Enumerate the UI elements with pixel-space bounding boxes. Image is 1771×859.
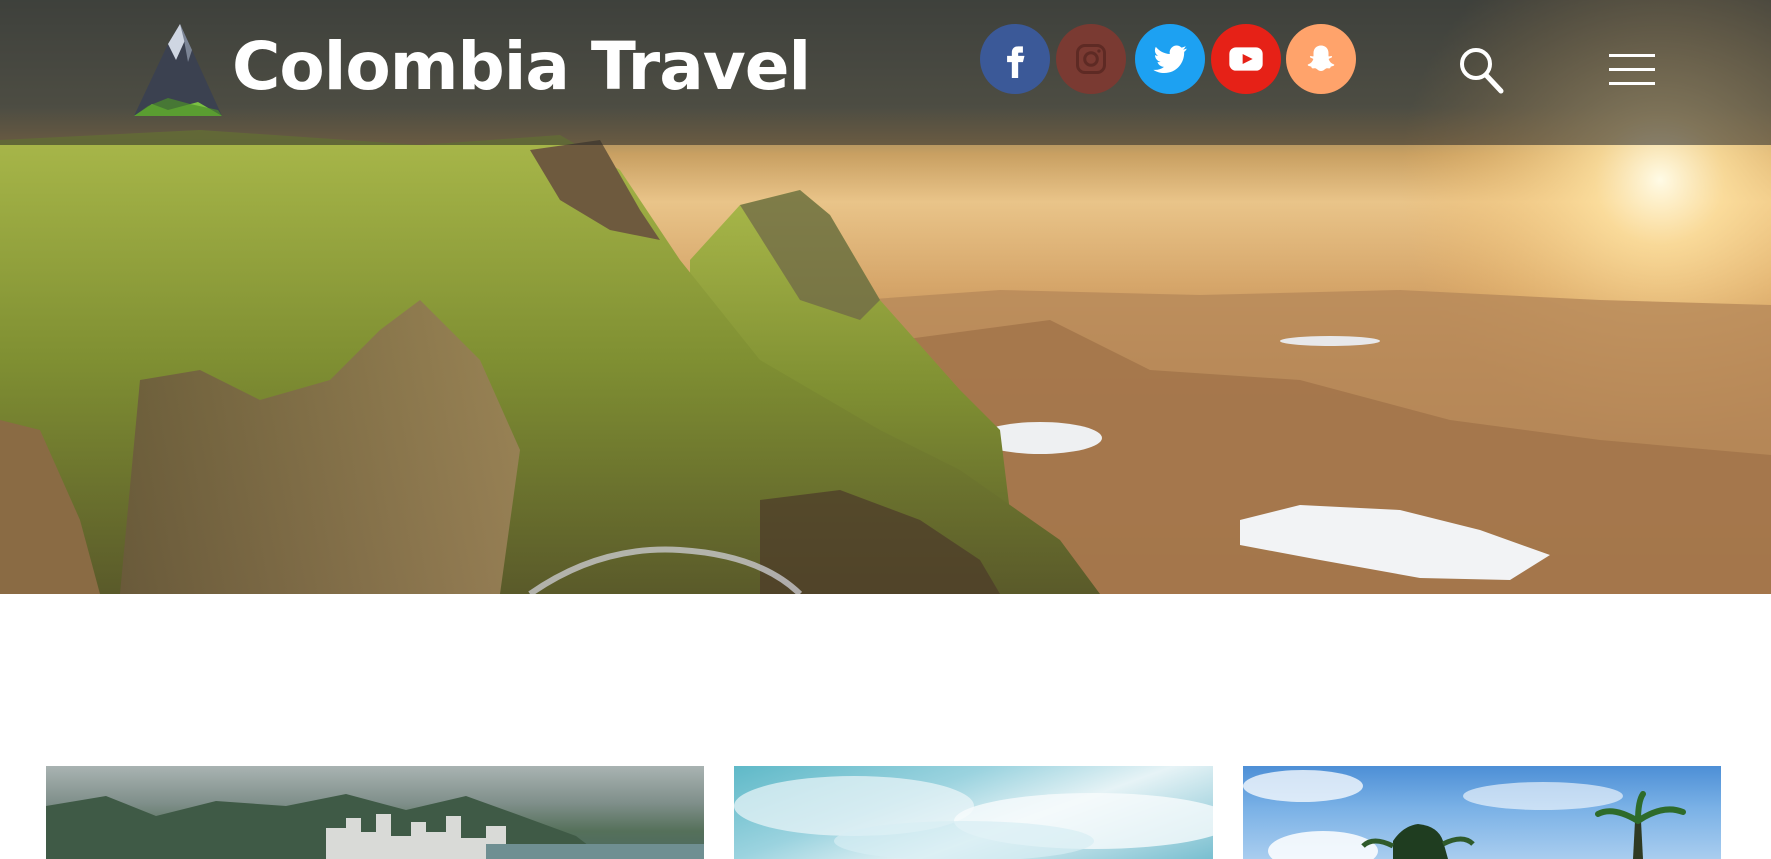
menu-button[interactable] <box>1608 50 1656 90</box>
destination-card-2[interactable] <box>734 766 1213 859</box>
search-button[interactable] <box>1456 44 1506 96</box>
destination-card-3[interactable] <box>1243 766 1721 859</box>
twitter-button[interactable] <box>1135 24 1205 94</box>
youtube-button[interactable] <box>1211 24 1281 94</box>
hamburger-menu-icon <box>1609 54 1655 85</box>
brand-title[interactable]: Colombia Travel <box>232 22 811 112</box>
snapchat-button[interactable] <box>1286 24 1356 94</box>
cloudy-sky-image <box>734 776 1213 859</box>
instagram-button[interactable] <box>1056 24 1126 94</box>
search-icon <box>1460 48 1504 94</box>
snapchat-icon <box>1307 45 1335 71</box>
destination-card-1[interactable] <box>46 766 704 859</box>
site-header: Colombia Travel <box>0 0 1771 145</box>
instagram-icon <box>1076 44 1106 74</box>
twitter-icon <box>1153 45 1187 73</box>
palm-trees-image <box>1243 770 1686 859</box>
coastal-city-image <box>46 794 704 859</box>
youtube-icon <box>1229 47 1263 71</box>
logo-mountain-icon[interactable] <box>128 20 228 120</box>
facebook-icon <box>1007 46 1025 78</box>
facebook-button[interactable] <box>980 24 1050 94</box>
